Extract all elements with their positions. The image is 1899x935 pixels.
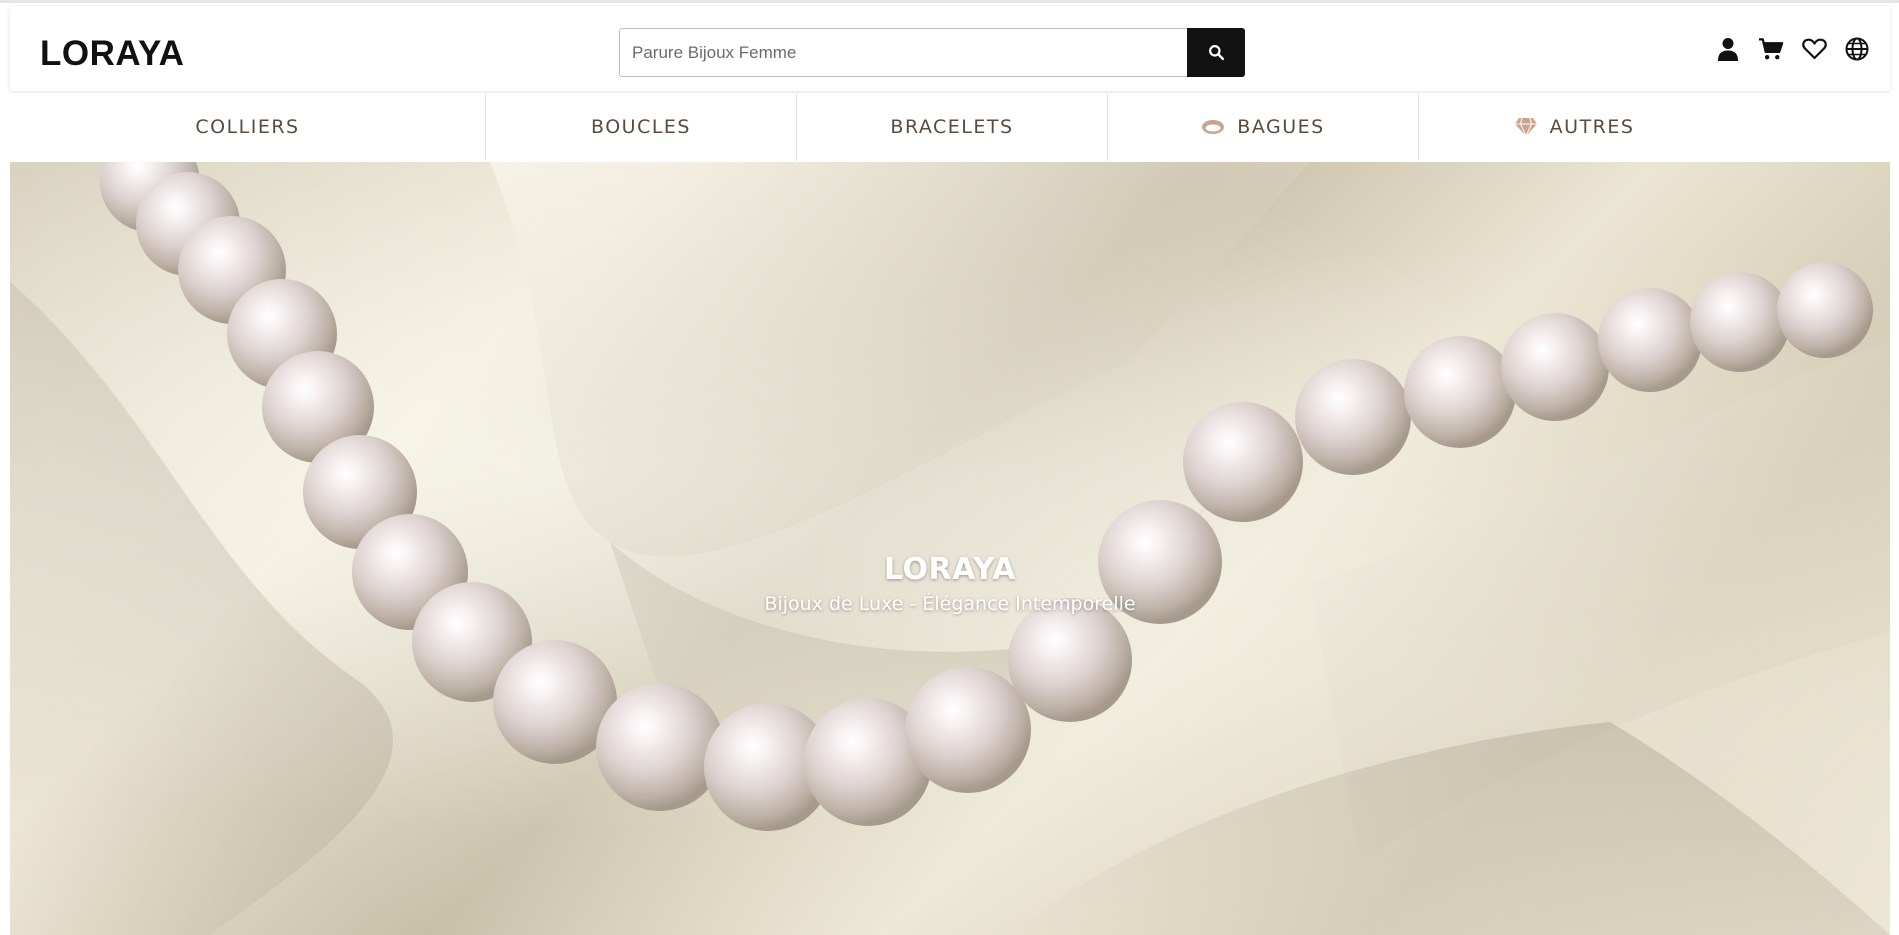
nav-item-colliers[interactable]: COLLIERS — [10, 93, 485, 161]
user-icon — [1718, 38, 1738, 61]
nav-item-bagues[interactable]: BAGUES — [1108, 93, 1418, 161]
site-header: LORAYA — [10, 6, 1890, 91]
cart-icon — [1758, 38, 1784, 60]
category-nav: COLLIERS BOUCLES BRACELETS BAGUES AUTRES — [10, 93, 1890, 161]
hero-banner: LORAYA Bijoux de Luxe - Élégance Intempo… — [10, 162, 1890, 935]
hero-title: LORAYA — [883, 552, 1017, 587]
globe-icon — [1845, 37, 1869, 61]
cart-button[interactable] — [1758, 36, 1784, 62]
hero-caption: LORAYA Bijoux de Luxe - Élégance Intempo… — [10, 552, 1890, 615]
search-input[interactable] — [619, 28, 1187, 77]
language-button[interactable] — [1844, 36, 1870, 62]
nav-item-autres[interactable]: AUTRES — [1419, 93, 1729, 161]
search-icon — [1208, 45, 1224, 61]
search-button[interactable] — [1187, 28, 1245, 77]
nav-item-boucles[interactable]: BOUCLES — [486, 93, 796, 161]
pearl-necklace-image — [10, 162, 1890, 935]
account-button[interactable] — [1715, 36, 1741, 62]
nav-item-label: BRACELETS — [890, 116, 1014, 138]
wishlist-button[interactable] — [1801, 36, 1827, 62]
nav-item-bracelets[interactable]: BRACELETS — [797, 93, 1107, 161]
nav-item-label: AUTRES — [1549, 116, 1635, 138]
search-form — [619, 28, 1245, 77]
hero-subtitle: Bijoux de Luxe - Élégance Intemporelle — [764, 593, 1136, 615]
site-logo[interactable]: LORAYA — [40, 34, 184, 74]
ring-icon — [1202, 120, 1225, 134]
nav-item-label: BAGUES — [1237, 116, 1325, 138]
nav-item-label: BOUCLES — [591, 116, 691, 138]
heart-icon — [1801, 38, 1827, 60]
diamond-icon — [1514, 117, 1537, 137]
header-actions — [1715, 36, 1870, 62]
top-border — [0, 0, 1899, 3]
nav-item-label: COLLIERS — [195, 116, 300, 138]
